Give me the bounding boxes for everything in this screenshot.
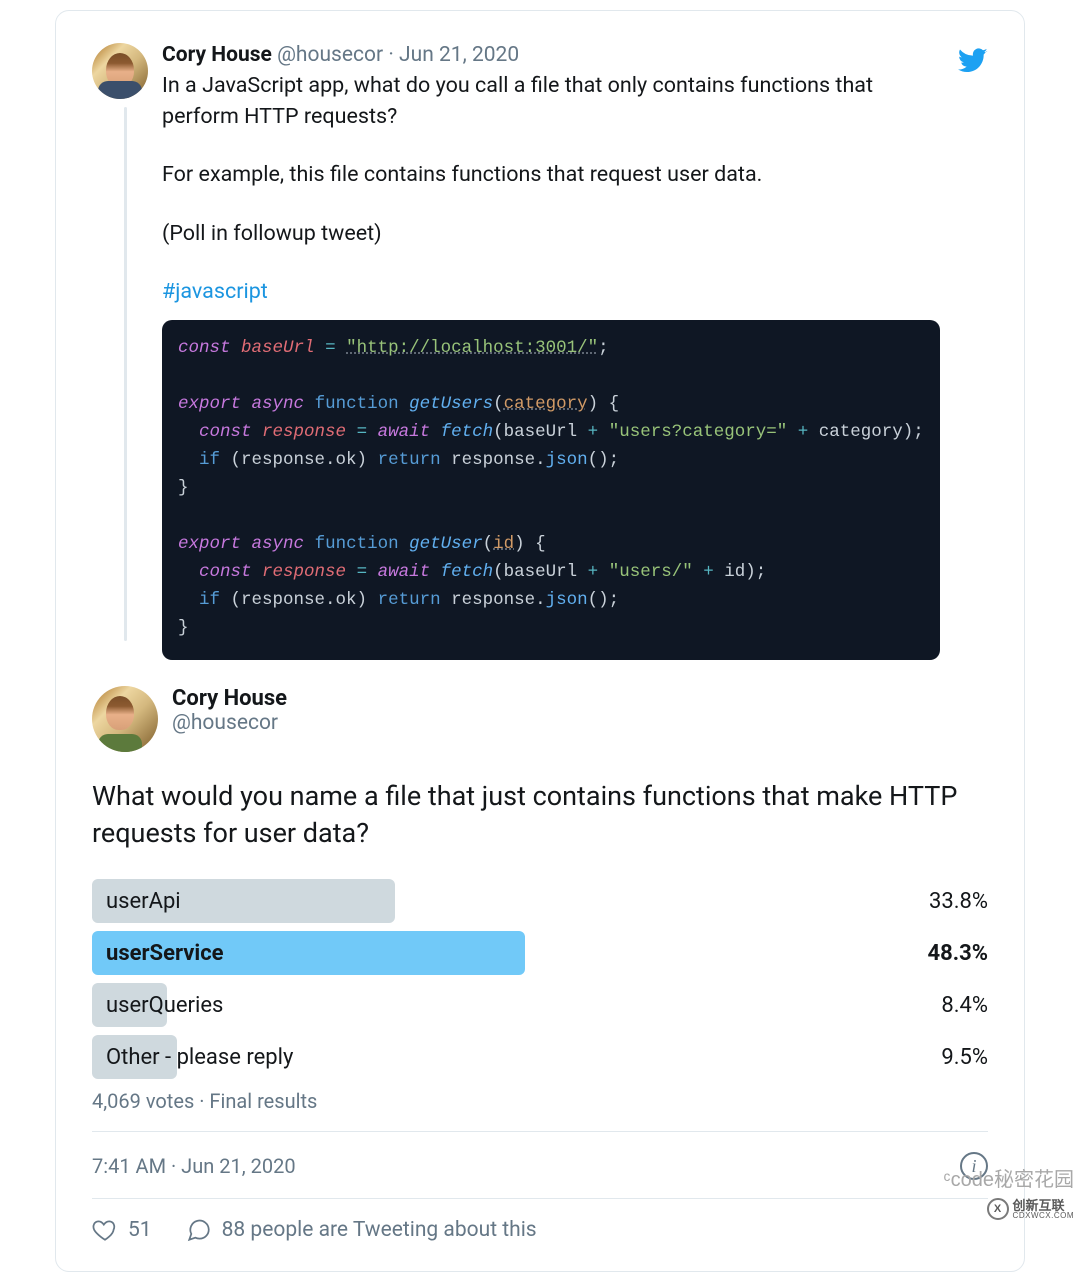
parent-tweet-body: Cory House @housecor · Jun 21, 2020 In a… (162, 43, 940, 660)
tweet-date[interactable]: Jun 21, 2020 (399, 43, 519, 67)
poll-option[interactable]: userQueries 8.4% (92, 983, 988, 1027)
reply-link[interactable]: 88 people are Tweeting about this (186, 1217, 537, 1243)
dot-separator: · (388, 43, 399, 67)
thread-line (124, 107, 127, 641)
poll-option[interactable]: Other - please reply 9.5% (92, 1035, 988, 1079)
parent-tweet: Cory House @housecor · Jun 21, 2020 In a… (92, 43, 988, 660)
author-name[interactable]: Cory House (162, 43, 272, 67)
parent-tweet-header: Cory House @housecor · Jun 21, 2020 (162, 43, 940, 67)
poll: userApi 33.8% userService 48.3% userQueries 8… (92, 879, 988, 1079)
reply-text: 88 people are Tweeting about this (222, 1218, 537, 1242)
heart-icon (92, 1217, 118, 1243)
poll-option-percent: 48.3% (927, 941, 988, 966)
poll-option-percent: 33.8% (929, 889, 988, 914)
author-name[interactable]: Cory House (172, 686, 287, 711)
avatar[interactable] (92, 43, 148, 99)
tweet-footer: 51 88 people are Tweeting about this (92, 1199, 988, 1243)
hashtag-link[interactable]: #javascript (162, 279, 268, 304)
poll-option-label: Other - please reply (92, 1045, 293, 1070)
tweet-paragraph: In a JavaScript app, what do you call a … (162, 71, 882, 132)
like-count: 51 (128, 1218, 152, 1242)
info-icon[interactable]: i (960, 1152, 988, 1180)
tweet-card: Cory House @housecor · Jun 21, 2020 In a… (55, 10, 1025, 1272)
poll-option-label: userApi (92, 889, 181, 914)
tweet-timestamp[interactable]: 7:41 AM · Jun 21, 2020 (92, 1154, 296, 1178)
poll-option-label: userService (92, 941, 224, 966)
author-handle[interactable]: @housecor (277, 43, 383, 67)
poll-option[interactable]: userService 48.3% (92, 931, 988, 975)
poll-option-label: userQueries (92, 993, 223, 1018)
avatar[interactable] (92, 686, 158, 752)
watermark-badge: X 创新互联 CDXWCX.COM (987, 1198, 1074, 1220)
parent-tweet-text: In a JavaScript app, what do you call a … (162, 71, 882, 308)
poll-option[interactable]: userApi 33.8% (92, 879, 988, 923)
watermark-logo-icon: X (987, 1198, 1009, 1220)
like-button[interactable]: 51 (92, 1217, 152, 1243)
main-tweet-text: What would you name a file that just con… (92, 778, 988, 854)
speech-bubble-icon (186, 1217, 212, 1243)
poll-option-percent: 8.4% (941, 993, 988, 1018)
tweet-paragraph: For example, this file contains function… (162, 160, 882, 191)
main-tweet-header: Cory House @housecor (92, 686, 988, 752)
poll-option-percent: 9.5% (941, 1045, 988, 1070)
poll-meta: 4,069 votes · Final results (92, 1089, 988, 1113)
timestamp-row: 7:41 AM · Jun 21, 2020 i (92, 1152, 988, 1180)
tweet-paragraph: (Poll in followup tweet) (162, 219, 882, 250)
twitter-logo-icon (958, 45, 988, 75)
author-handle[interactable]: @housecor (172, 711, 278, 735)
code-image: const baseUrl = "http://localhost:3001/"… (162, 320, 940, 660)
divider (92, 1131, 988, 1132)
